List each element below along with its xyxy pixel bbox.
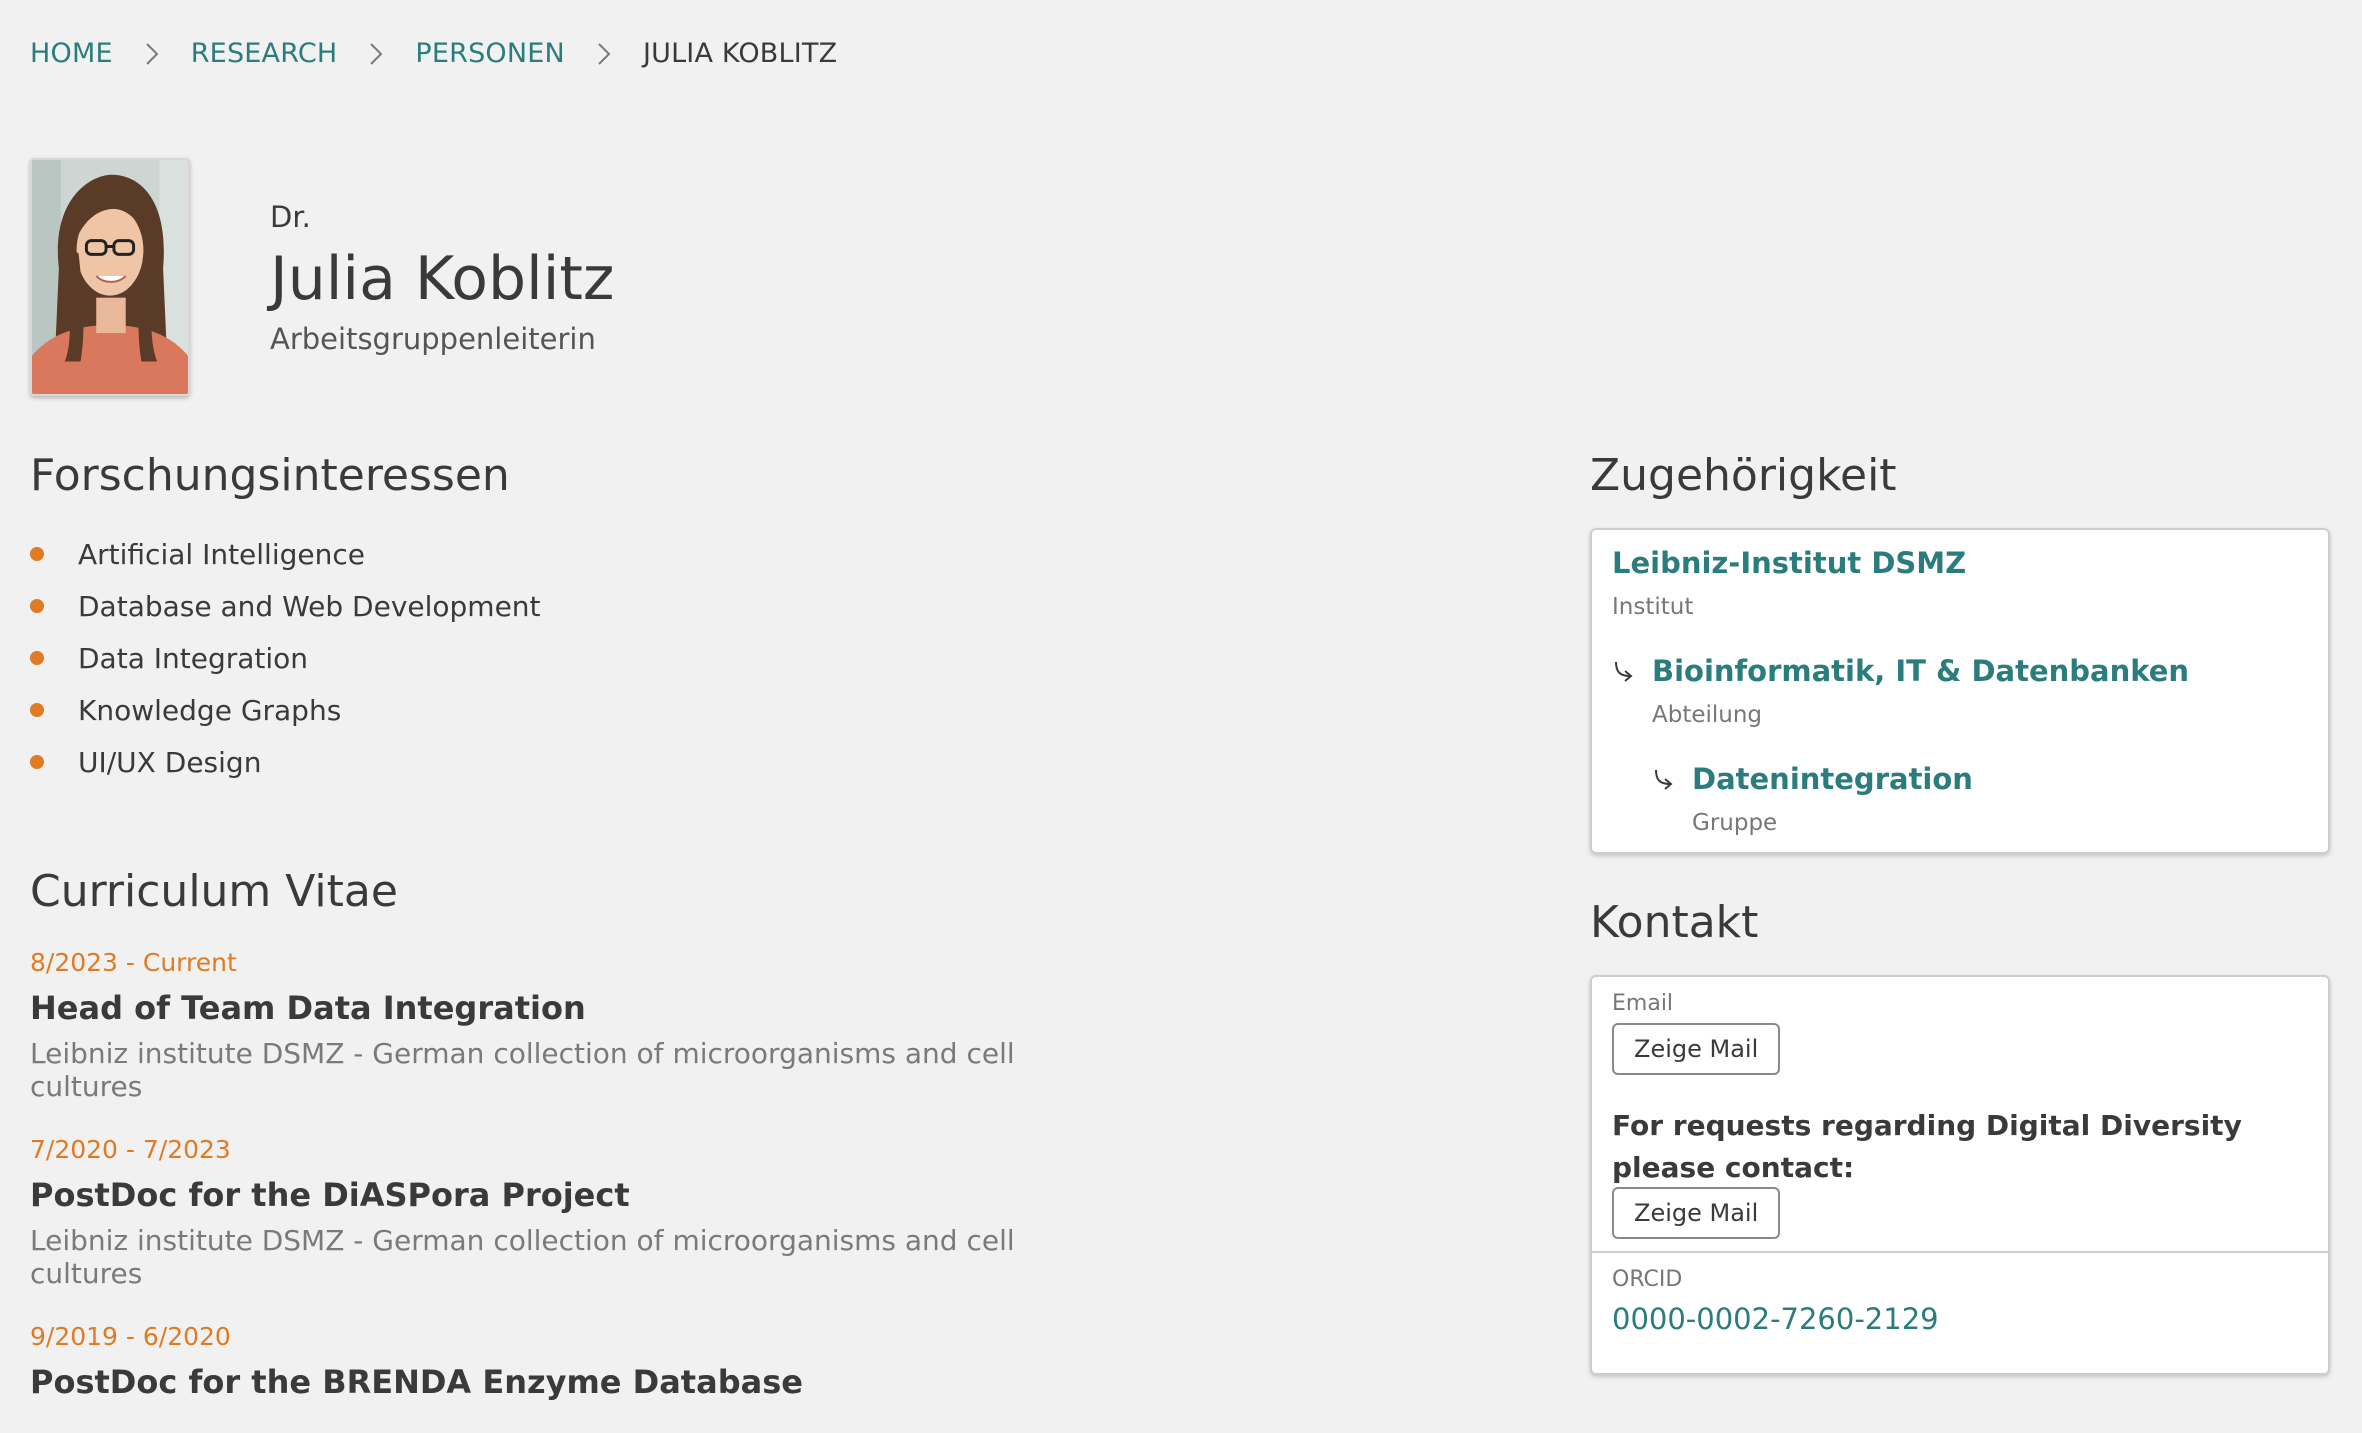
- bullet-icon: [30, 547, 44, 561]
- affiliation-group: Datenintegration Gruppe: [1692, 762, 1973, 836]
- profile-header: Dr. Julia Koblitz Arbeitsgruppenleiterin: [270, 200, 614, 356]
- cv-list: 8/2023 - Current Head of Team Data Integ…: [30, 948, 1130, 1433]
- cv-entry: 8/2023 - Current Head of Team Data Integ…: [30, 948, 1130, 1103]
- group-link[interactable]: Datenintegration: [1692, 762, 1973, 796]
- cv-organization: Leibniz institute DSMZ - German collecti…: [30, 1037, 1015, 1103]
- institute-type: Institut: [1612, 594, 1694, 620]
- contact-heading: Kontakt: [1590, 897, 1759, 948]
- chevron-right-icon: [598, 42, 611, 65]
- cv-entry: 7/2020 - 7/2023 PostDoc for the DiASPora…: [30, 1135, 1130, 1290]
- person-name: Julia Koblitz: [270, 244, 615, 314]
- department-type: Abteilung: [1652, 702, 1763, 728]
- divider: [1592, 1251, 2328, 1253]
- interest-label: Data Integration: [78, 641, 309, 675]
- list-item: Knowledge Graphs: [30, 684, 541, 736]
- breadcrumb-personen-link[interactable]: PERSONEN: [415, 38, 565, 69]
- orcid-label: ORCID: [1612, 1267, 1683, 1292]
- list-item: Artificial Intelligence: [30, 528, 541, 580]
- person-role: Arbeitsgruppenleiterin: [270, 322, 596, 356]
- bullet-icon: [30, 703, 44, 717]
- interests-list: Artificial Intelligence Database and Web…: [30, 528, 541, 788]
- interest-label: Database and Web Development: [78, 589, 541, 623]
- list-item: UI/UX Design: [30, 736, 541, 788]
- breadcrumb-home-link[interactable]: HOME: [30, 38, 113, 69]
- contact-card: Email Zeige Mail For requests regarding …: [1590, 975, 2330, 1375]
- cv-date: 7/2020 - 7/2023: [30, 1135, 231, 1164]
- affiliation-card: Leibniz-Institut DSMZ Institut Bioinform…: [1590, 528, 2330, 854]
- subdirectory-arrow-icon: [1615, 661, 1633, 682]
- cv-heading: Curriculum Vitae: [30, 866, 398, 917]
- chevron-right-icon: [146, 42, 159, 65]
- interest-label: Artificial Intelligence: [78, 537, 365, 571]
- email-label: Email: [1612, 991, 1674, 1016]
- cv-date: 9/2019 - 6/2020: [30, 1322, 231, 1351]
- contact-note: For requests regarding Digital Diversity…: [1612, 1109, 2242, 1184]
- cv-entry: 9/2019 - 6/2020 PostDoc for the BRENDA E…: [30, 1322, 1130, 1401]
- orcid-link[interactable]: 0000-0002-7260-2129: [1612, 1302, 1939, 1336]
- breadcrumb-research-link[interactable]: RESEARCH: [191, 38, 338, 69]
- cv-date: 8/2023 - Current: [30, 948, 237, 977]
- bullet-icon: [30, 651, 44, 665]
- chevron-right-icon: [370, 42, 383, 65]
- affiliation-heading: Zugehörigkeit: [1590, 450, 1897, 501]
- cv-position: Head of Team Data Integration: [30, 989, 586, 1027]
- bullet-icon: [30, 599, 44, 613]
- group-type: Gruppe: [1692, 810, 1778, 836]
- institute-link[interactable]: Leibniz-Institut DSMZ: [1612, 546, 1966, 580]
- show-mail-button[interactable]: Zeige Mail: [1612, 1023, 1781, 1075]
- interest-label: UI/UX Design: [78, 745, 262, 779]
- list-item: Database and Web Development: [30, 580, 541, 632]
- cv-organization: Leibniz institute DSMZ - German collecti…: [30, 1224, 1015, 1290]
- interest-label: Knowledge Graphs: [78, 693, 342, 727]
- academic-title: Dr.: [270, 200, 311, 234]
- affiliation-department: Bioinformatik, IT & Datenbanken Abteilun…: [1652, 654, 2189, 728]
- profile-photo: [30, 158, 190, 396]
- cv-position: PostDoc for the DiASPora Project: [30, 1176, 630, 1214]
- bullet-icon: [30, 755, 44, 769]
- show-mail-button-secondary[interactable]: Zeige Mail: [1612, 1187, 1781, 1239]
- department-link[interactable]: Bioinformatik, IT & Datenbanken: [1652, 654, 2189, 688]
- interests-heading: Forschungsinteressen: [30, 450, 510, 501]
- breadcrumb-current: JULIA KOBLITZ: [642, 38, 838, 69]
- breadcrumb: HOME RESEARCH PERSONEN JULIA KOBLITZ: [30, 38, 837, 69]
- cv-position: PostDoc for the BRENDA Enzyme Database: [30, 1363, 803, 1401]
- list-item: Data Integration: [30, 632, 541, 684]
- affiliation-institute: Leibniz-Institut DSMZ Institut: [1612, 546, 1966, 620]
- subdirectory-arrow-icon: [1655, 769, 1673, 790]
